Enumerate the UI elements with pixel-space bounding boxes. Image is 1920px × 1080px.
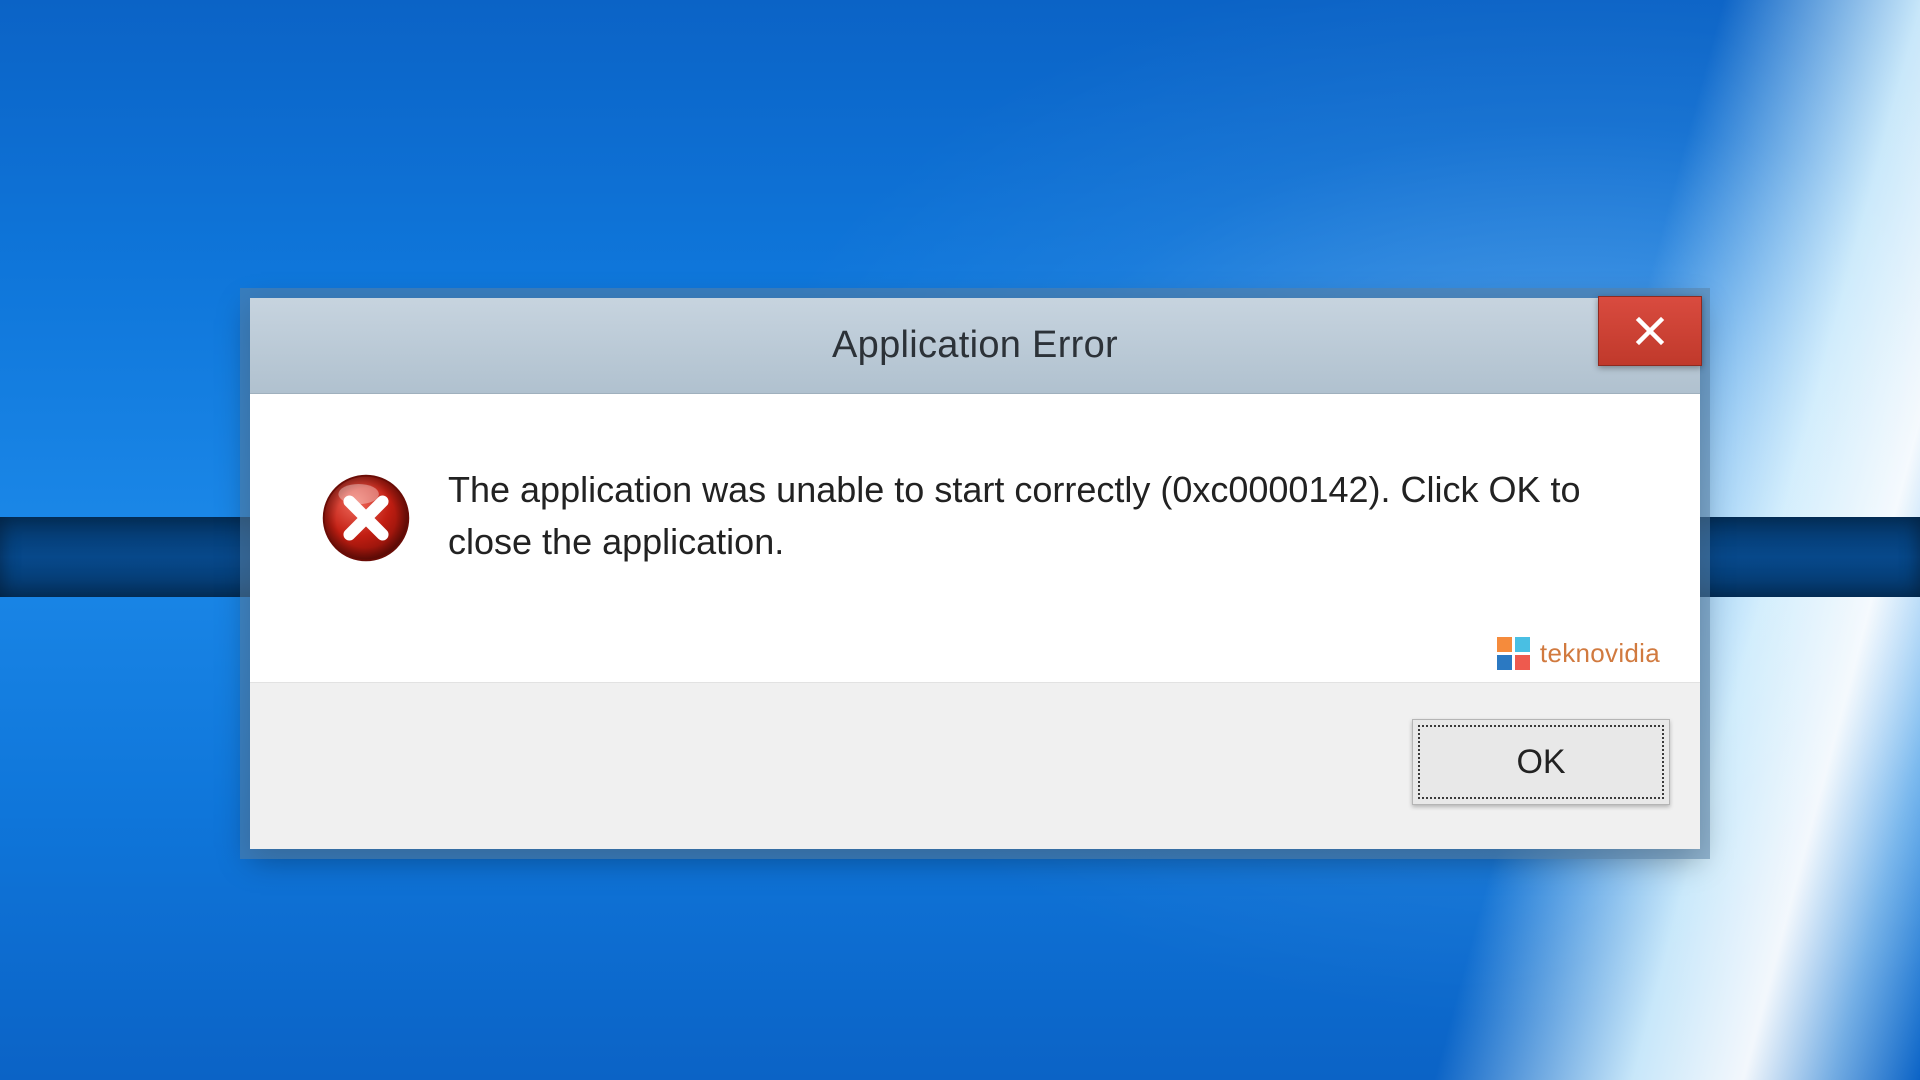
error-dialog: Application Error — [250, 298, 1700, 849]
watermark-text: teknovidia — [1540, 638, 1660, 669]
dialog-titlebar[interactable]: Application Error — [250, 298, 1700, 394]
dialog-button-bar: OK — [250, 682, 1700, 849]
error-x-icon — [320, 472, 412, 564]
dialog-title: Application Error — [832, 324, 1118, 367]
dialog-body: The application was unable to start corr… — [250, 394, 1700, 682]
close-icon — [1634, 315, 1666, 347]
error-message-text: The application was unable to start corr… — [448, 464, 1638, 568]
watermark: teknovidia — [1497, 637, 1660, 670]
close-button[interactable] — [1598, 296, 1702, 366]
ok-button[interactable]: OK — [1412, 719, 1670, 805]
watermark-logo-icon — [1497, 637, 1530, 670]
